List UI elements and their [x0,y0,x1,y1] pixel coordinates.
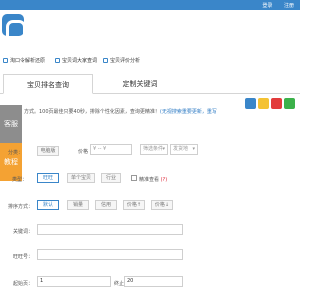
type-industry-button[interactable]: 行业 [101,173,121,183]
price-range-input[interactable]: ¥ -- ¥ [90,144,132,155]
wangwang-input[interactable] [37,249,183,260]
filter-select[interactable]: 筛选条件 [140,144,168,155]
customer-service-button[interactable]: 客服 [0,105,22,143]
sort-sales-button[interactable]: 销量 [67,200,89,210]
query-note: 方式。100页最佳只要40秒，排除个性化因素，查询更精准！(无视搜索重要更新，重… [24,109,217,115]
start-page-input[interactable]: 1 [37,276,111,287]
tool-icon [55,58,60,63]
type-label: 类型： [12,177,28,183]
register-link[interactable]: 注册 [284,3,294,9]
sort-default-button[interactable]: 默认 [37,200,59,210]
end-page-input[interactable]: 20 [124,276,183,287]
tool-icon [103,58,108,63]
weibo-icon[interactable] [271,98,282,109]
precise-label: 精准查看 (?) [139,177,168,183]
wechat-icon[interactable] [284,98,295,109]
update-link[interactable]: (无视搜索重要更新，重写 [160,109,217,115]
start-page-label: 起始页： [13,281,34,287]
tab-rank-query[interactable]: 宝贝排名查询 [3,74,93,94]
login-link[interactable]: 登录 [262,3,272,9]
precise-checkbox[interactable] [131,175,137,181]
tool-icon [3,58,8,63]
sort-price-asc-button[interactable]: 价格↑ [123,200,145,210]
share-icons [245,98,297,112]
tool-link-review[interactable]: 宝贝评价分析 [103,57,140,65]
tool-link-keyword[interactable]: 宝贝词大家查词 [55,57,97,65]
keyword-label: 关键词： [13,229,34,235]
sort-price-desc-button[interactable]: 价格↓ [151,200,173,210]
query-panel [0,94,300,300]
platform-button[interactable]: 电脑版 [37,146,59,156]
category-label: 分类： [8,150,24,156]
tool-links: 淘口令解析还原 宝贝词大家查词 宝贝评价分析 [0,57,300,66]
price-label: 价格 [78,149,89,155]
add-icon[interactable] [245,98,256,109]
tab-custom-keyword[interactable]: 定制关键词 [95,74,185,94]
type-wangwang-button[interactable]: 旺旺 [37,173,59,183]
main-tabs: 宝贝排名查询 定制关键词 [0,68,300,94]
sort-label: 排序方式： [8,204,34,210]
app-logo[interactable] [2,14,26,36]
sort-credit-button[interactable]: 信用 [95,200,117,210]
wangwang-label: 旺旺号： [13,254,34,260]
type-single-button[interactable]: 单个宝贝 [67,173,95,183]
shipping-select[interactable]: 发货地 [170,144,198,155]
account-links: 登录 注册 [252,2,294,9]
tool-link-taokouling[interactable]: 淘口令解析还原 [3,57,45,65]
keyword-input[interactable] [37,224,183,235]
top-bar: 登录 注册 [0,0,300,10]
star-icon[interactable] [258,98,269,109]
help-icon[interactable]: (?) [161,177,168,183]
